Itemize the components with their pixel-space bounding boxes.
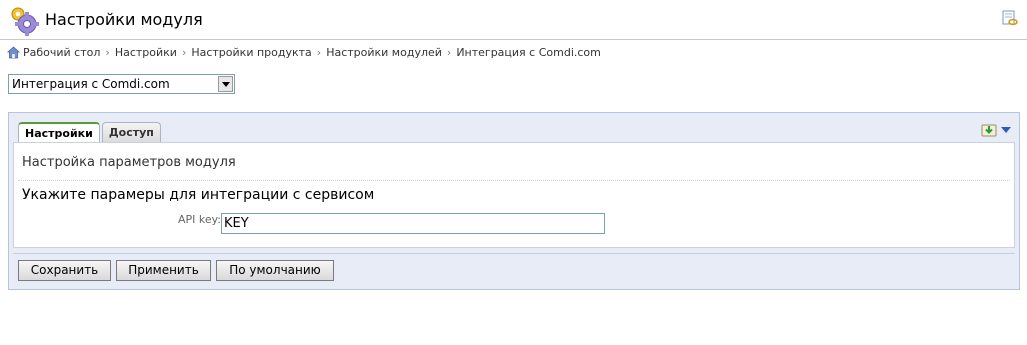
module-select[interactable]: Интеграция с Comdi.com (8, 74, 235, 94)
breadcrumb-item-product-settings[interactable]: Настройки продукта (191, 46, 311, 59)
page-header: Настройки модуля (0, 0, 1027, 40)
breadcrumb-separator: › (316, 45, 322, 59)
module-select-value: Интеграция с Comdi.com (12, 77, 170, 91)
chevron-down-icon[interactable] (218, 76, 233, 92)
divider (18, 180, 1010, 181)
section-subtitle: Укажите парамеры для интеграции с сервис… (22, 187, 375, 203)
api-key-input[interactable] (221, 213, 605, 234)
page-title: Настройки модуля (45, 10, 203, 29)
breadcrumb: Рабочий стол › Настройки › Настройки про… (7, 44, 601, 60)
link-icon[interactable] (1001, 9, 1019, 27)
breadcrumb-separator: › (105, 45, 110, 59)
panel-menu-arrow-icon[interactable] (1001, 127, 1011, 133)
breadcrumb-item-module-settings[interactable]: Настройки модулей (326, 46, 442, 59)
save-button[interactable]: Сохранить (18, 260, 111, 281)
apply-button[interactable]: Применить (116, 260, 211, 281)
home-icon[interactable] (7, 45, 20, 59)
panel-body: Настройка параметров модуля Укажите пара… (13, 142, 1015, 248)
tab-settings[interactable]: Настройки (18, 122, 100, 143)
breadcrumb-separator: › (446, 45, 452, 59)
tab-access[interactable]: Доступ (101, 122, 161, 142)
tab-bar: Настройки Доступ (18, 122, 163, 143)
panel-tools (981, 122, 1011, 138)
breadcrumb-item-desktop[interactable]: Рабочий стол (23, 46, 100, 59)
breadcrumb-separator: › (181, 45, 187, 59)
download-icon[interactable] (981, 122, 997, 138)
breadcrumb-item-current[interactable]: Интеграция с Comdi.com (456, 46, 601, 59)
breadcrumb-item-settings[interactable]: Настройки (115, 46, 177, 59)
api-key-label: API key: (177, 213, 221, 226)
gear-icon (11, 7, 39, 36)
button-bar: Сохранить Применить По умолчанию (13, 253, 1015, 284)
section-title: Настройка параметров модуля (22, 155, 236, 170)
default-button[interactable]: По умолчанию (216, 260, 334, 281)
settings-panel: Настройки Доступ Настройка параметров мо… (8, 112, 1020, 290)
